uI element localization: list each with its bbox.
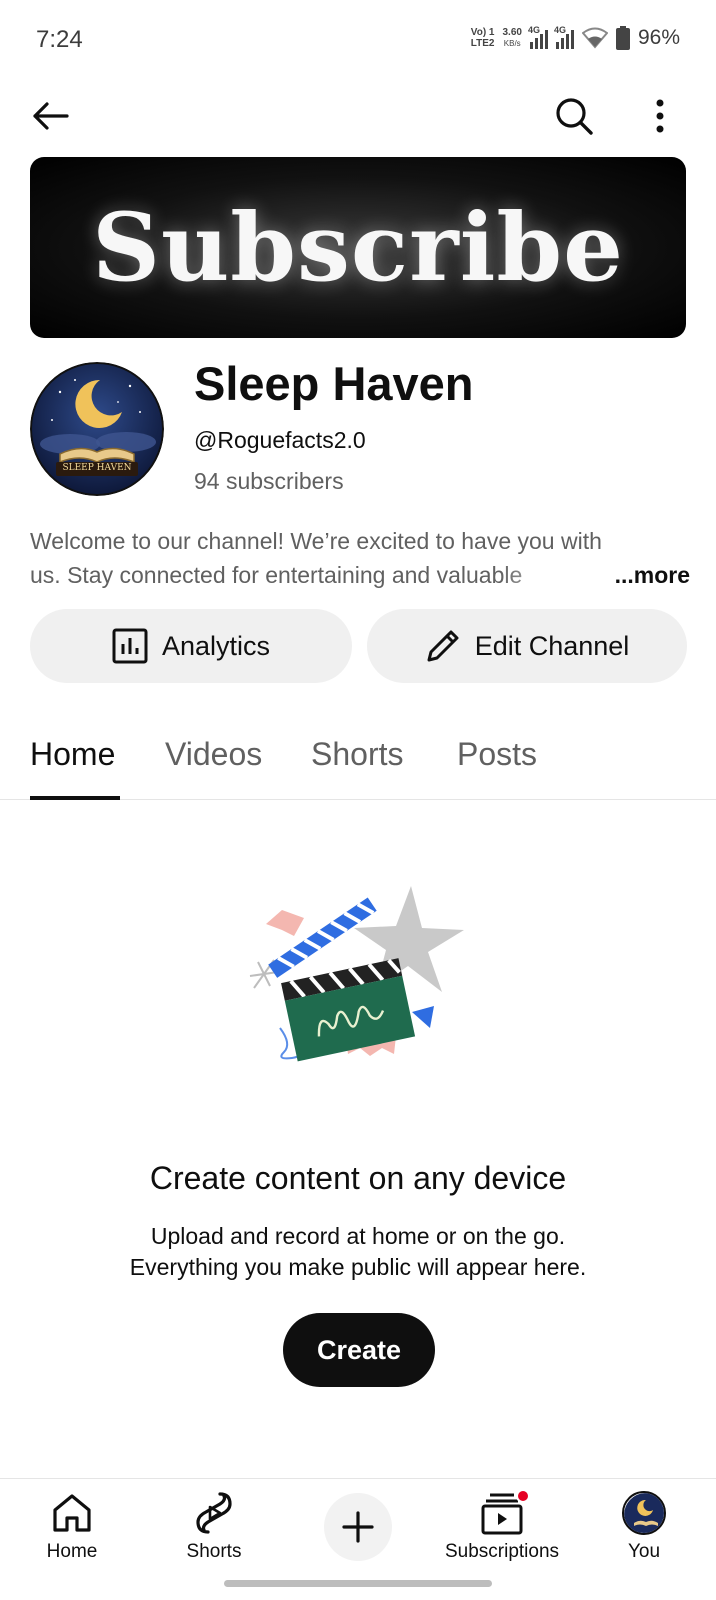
channel-avatar[interactable]: SLEEP HAVEN xyxy=(30,362,164,496)
battery-percent: 96% xyxy=(637,26,680,49)
status-icons: Vo) 1 LTE2 3.60 KB/s 4G 4G 96% xyxy=(471,25,680,50)
signal-icon-2: 4G xyxy=(553,25,574,49)
nav-home-label: Home xyxy=(46,1541,98,1562)
empty-state-subtitle: Upload and record at home or on the go. … xyxy=(0,1221,716,1283)
tab-home[interactable]: Home xyxy=(30,736,115,773)
app-header xyxy=(0,80,716,150)
net2-label: 4G xyxy=(553,25,566,35)
empty-subtitle-line-1: Upload and record at home or on the go. xyxy=(150,1223,566,1249)
channel-banner: Subscribe xyxy=(30,157,686,338)
empty-state-title: Create content on any device xyxy=(149,1160,567,1196)
notification-dot xyxy=(516,1489,530,1503)
banner-text: Subscribe xyxy=(92,192,624,303)
more-link[interactable]: ...more xyxy=(615,558,690,592)
description-line-1: Welcome to our channel! We’re excited to… xyxy=(30,528,602,554)
volte-label: Vo) 1 xyxy=(470,27,495,38)
wifi-icon xyxy=(581,27,608,49)
avatar-text: SLEEP HAVEN xyxy=(62,463,132,473)
home-gesture-bar[interactable] xyxy=(224,1580,492,1587)
channel-tabs: Home Videos Shorts Posts xyxy=(0,720,716,800)
status-bar: 7:24 Vo) 1 LTE2 3.60 KB/s 4G 4G 96% xyxy=(0,0,716,80)
search-icon[interactable] xyxy=(550,92,598,140)
empty-subtitle-line-2: Everything you make public will appear h… xyxy=(129,1254,587,1280)
shorts-icon xyxy=(194,1487,234,1539)
speed-value: 3.60 xyxy=(502,27,522,38)
nav-you[interactable]: You xyxy=(579,1487,709,1563)
active-tab-indicator xyxy=(30,796,120,800)
tab-posts[interactable]: Posts xyxy=(457,736,537,773)
analytics-label: Analytics xyxy=(161,630,271,661)
nav-home[interactable]: Home xyxy=(7,1487,137,1563)
signal-icon: 4G xyxy=(527,25,548,49)
status-time: 7:24 xyxy=(36,26,83,53)
analytics-icon xyxy=(112,628,148,664)
plus-icon xyxy=(342,1511,374,1543)
net1-label: 4G xyxy=(527,25,540,35)
back-arrow-icon[interactable] xyxy=(26,92,74,140)
description-line-2: us. Stay connected for entertaining and … xyxy=(30,562,523,588)
speed-unit: KB/s xyxy=(503,39,521,48)
subscriptions-icon xyxy=(480,1487,530,1539)
nav-subscriptions-label: Subscriptions xyxy=(444,1541,560,1562)
battery-icon xyxy=(615,26,630,50)
nav-subscriptions[interactable]: Subscriptions xyxy=(437,1487,567,1563)
volte-indicator: Vo) 1 LTE2 xyxy=(471,27,495,49)
pencil-icon xyxy=(427,630,459,662)
network-speed: 3.60 KB/s xyxy=(503,27,522,49)
edit-channel-button[interactable]: Edit Channel xyxy=(367,609,687,683)
tab-shorts[interactable]: Shorts xyxy=(311,736,403,773)
nav-you-label: You xyxy=(627,1541,661,1562)
lte-label: LTE2 xyxy=(470,38,495,49)
channel-name: Sleep Haven xyxy=(194,357,474,410)
channel-description[interactable]: Welcome to our channel! We’re excited to… xyxy=(30,524,690,592)
analytics-button[interactable]: Analytics xyxy=(30,609,352,683)
nav-create-button[interactable] xyxy=(324,1493,392,1561)
avatar-icon xyxy=(622,1487,666,1539)
tab-videos[interactable]: Videos xyxy=(165,736,262,773)
nav-shorts[interactable]: Shorts xyxy=(149,1487,279,1563)
channel-handle: @Roguefacts2.0 xyxy=(194,427,366,453)
home-icon xyxy=(51,1487,93,1539)
create-button[interactable]: Create xyxy=(283,1313,435,1387)
more-vertical-icon[interactable] xyxy=(636,92,684,140)
edit-channel-label: Edit Channel xyxy=(474,630,630,661)
clapperboard-illustration xyxy=(236,880,476,1080)
nav-shorts-label: Shorts xyxy=(186,1541,242,1562)
subscriber-count: 94 subscribers xyxy=(194,468,344,494)
